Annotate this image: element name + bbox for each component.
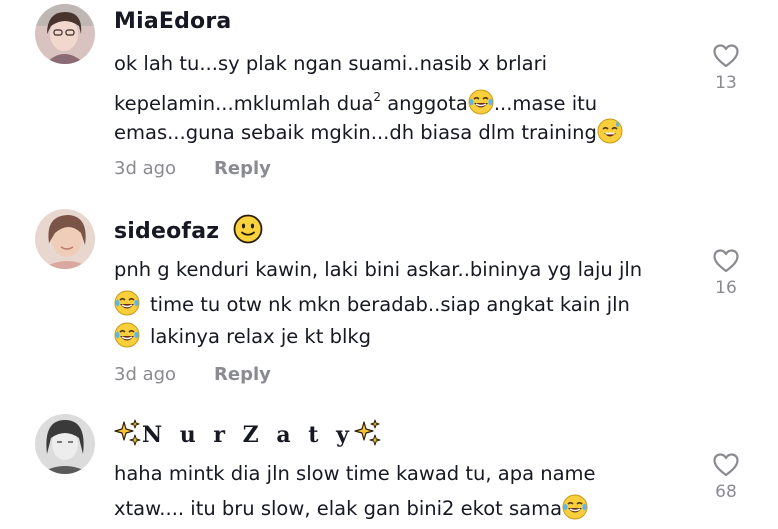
joy-emoji [468,89,494,115]
avatar[interactable] [35,209,95,269]
sparkles-emoji [114,418,142,446]
avatar[interactable] [35,414,95,474]
sparkles-emoji [354,418,382,446]
avatar[interactable] [35,4,95,64]
like-count: 13 [715,73,737,93]
comment-text-line: kepelamin...mklumlah dua2 anggota ...mase… [114,89,598,115]
comment-timestamp: 3d ago [114,158,177,179]
comment-text-line: lakinya relax je kt blkg [114,322,371,349]
comment-text-line: emas...guna sebaik mgkin...dh biasa dlm … [114,118,623,145]
comment-text-line: time tu otw nk mkn beradab..siap angkat … [114,290,630,317]
comment-meta: 3d ago Reply [114,158,271,179]
comment-meta: 3d ago Reply [114,364,271,385]
like-count: 16 [715,278,737,298]
comment-text-line: pnh g kenduri kawin, laki bini askar..bi… [114,258,643,281]
joy-emoji [114,290,140,316]
heart-icon[interactable] [712,248,740,274]
comment-username[interactable]: sideofaz [114,214,263,244]
reply-button[interactable]: Reply [214,364,271,385]
sweat-smile-emoji [597,118,623,144]
like-button[interactable]: 13 [706,43,746,93]
comment-text-line: ok lah tu...sy plak ngan suami..nasib x … [114,52,547,75]
like-button[interactable]: 68 [706,452,746,502]
comment-text-line: xtaw.... itu bru slow, elak gan bini2 ek… [114,494,588,521]
reply-button[interactable]: Reply [214,158,271,179]
like-button[interactable]: 16 [706,248,746,298]
joy-emoji [114,322,140,348]
comment-text-line: haha mintk dia jln slow time kawad tu, a… [114,462,596,485]
like-count: 68 [715,482,737,502]
heart-icon[interactable] [712,43,740,69]
joy-emoji [562,494,588,520]
comment-username[interactable]: MiaEdora [114,9,231,34]
comment-timestamp: 3d ago [114,364,177,385]
comment-username[interactable]: N u r Z a t y [114,418,382,448]
heart-icon[interactable] [712,452,740,478]
slightly-smiling-emoji [233,214,263,244]
